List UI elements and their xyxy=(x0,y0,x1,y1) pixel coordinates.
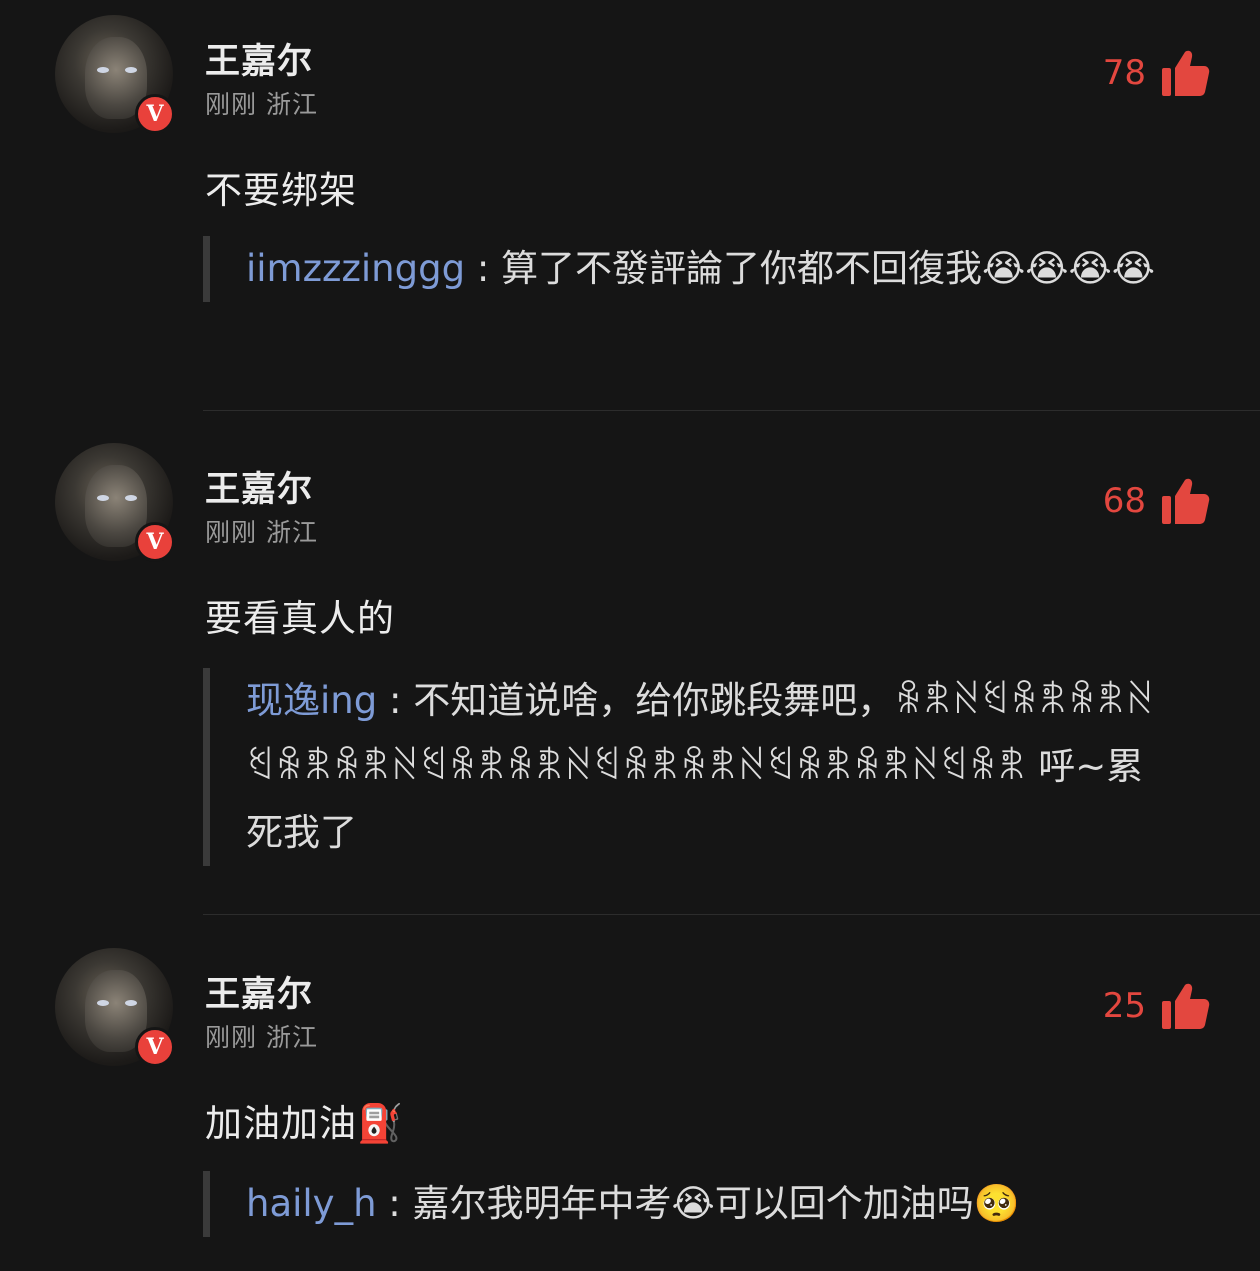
comment-text: 要看真人的 xyxy=(205,597,395,640)
divider xyxy=(203,914,1260,915)
like-button[interactable]: 78 xyxy=(1103,48,1210,98)
username[interactable]: 王嘉尔 xyxy=(205,966,313,1017)
username[interactable]: 王嘉尔 xyxy=(205,33,313,84)
username[interactable]: 王嘉尔 xyxy=(205,461,313,512)
comment-meta: 刚刚 浙江 xyxy=(205,518,318,547)
verified-badge-icon: V xyxy=(135,1027,175,1067)
comment-text: 加油加油⛽ xyxy=(205,1102,405,1145)
divider xyxy=(203,410,1260,411)
like-button[interactable]: 25 xyxy=(1103,981,1210,1031)
reply-colon: : xyxy=(476,247,490,290)
reply-colon: : xyxy=(388,1182,401,1225)
thumbs-up-icon xyxy=(1162,478,1210,524)
reply-text: 算了不發評論了你都不回復我😭😭😭😭 xyxy=(501,247,1155,290)
comment-meta: 刚刚 浙江 xyxy=(205,90,318,119)
reply-username[interactable]: haily_h xyxy=(246,1182,377,1225)
like-button[interactable]: 68 xyxy=(1103,476,1210,526)
avatar-eye xyxy=(97,67,109,73)
avatar-eye xyxy=(97,1000,109,1006)
avatar-eye xyxy=(125,495,137,501)
verified-badge-icon: V xyxy=(135,94,175,134)
avatar-eye xyxy=(97,495,109,501)
like-count: 25 xyxy=(1102,986,1146,1026)
thumbs-up-icon xyxy=(1162,50,1210,96)
comment-text: 不要绑架 xyxy=(205,169,357,212)
thumbs-up-icon xyxy=(1162,983,1210,1029)
verified-badge-icon: V xyxy=(135,522,175,562)
avatar-eye xyxy=(125,67,137,73)
comment-meta: 刚刚 浙江 xyxy=(205,1023,318,1052)
avatar-eye xyxy=(125,1000,137,1006)
reply-preview[interactable]: iimzzzinggg : 算了不發評論了你都不回復我😭😭😭😭 xyxy=(203,236,1173,302)
reply-text: 嘉尔我明年中考😭可以回个加油吗🥺 xyxy=(412,1182,1020,1225)
reply-colon: : xyxy=(388,679,402,722)
like-count: 78 xyxy=(1102,53,1146,93)
reply-username[interactable]: iimzzzinggg xyxy=(246,247,465,290)
reply-preview[interactable]: 现逸ing : 不知道说啥，给你跳段舞吧，ꆜꉸꋊꄔꆜꉸꆜꉸꋊꄔꆜꉸꆜꉸꋊꄔꆜꉸꆜ… xyxy=(203,668,1173,866)
like-count: 68 xyxy=(1102,481,1146,521)
reply-username[interactable]: 现逸ing xyxy=(246,679,377,722)
reply-preview[interactable]: haily_h : 嘉尔我明年中考😭可以回个加油吗🥺 xyxy=(203,1171,1173,1237)
